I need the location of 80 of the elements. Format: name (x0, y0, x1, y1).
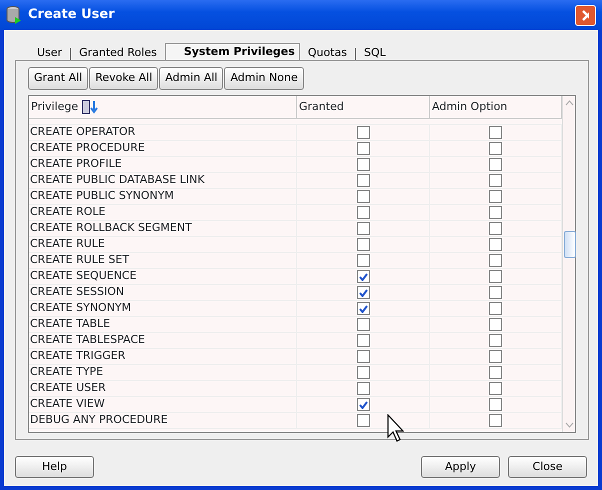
privilege-name: CREATE SEQUENCE (30, 268, 137, 284)
close-icon (582, 10, 589, 20)
checkbox[interactable] (489, 302, 502, 315)
tab[interactable]: Quotas (300, 46, 355, 60)
privilege-name: CREATE ROLLBACK SEGMENT (30, 220, 192, 236)
window-title: Create User (28, 6, 115, 24)
scrollbar[interactable] (562, 96, 575, 432)
footer-button[interactable]: Apply (421, 456, 500, 478)
privilege-name: CREATE SYNONYM (30, 300, 132, 316)
tab[interactable]: System Privileges (164, 43, 300, 60)
sort-icon[interactable] (82, 100, 100, 114)
checkbox[interactable] (489, 350, 502, 363)
tab[interactable]: Granted Roles (71, 46, 165, 60)
checkbox[interactable] (356, 206, 370, 219)
checkbox[interactable] (356, 174, 370, 187)
privilege-name: CREATE TYPE (30, 364, 104, 380)
checkbox[interactable] (356, 302, 370, 315)
privilege-name: CREATE OPERATOR (30, 124, 136, 140)
checkbox[interactable] (356, 350, 370, 363)
checkbox[interactable] (356, 126, 370, 139)
column-header[interactable]: Privilege (31, 98, 78, 116)
checkbox[interactable] (356, 142, 370, 155)
privilege-name: CREATE TRIGGER (30, 348, 126, 364)
privilege-name: CREATE RULE (30, 236, 105, 252)
privilege-name: CREATE PUBLIC SYNONYM (30, 188, 174, 204)
checkbox[interactable] (489, 334, 502, 347)
privilege-name: CREATE PUBLIC DATABASE LINK (30, 172, 205, 188)
checkbox[interactable] (356, 158, 370, 171)
scroll-down-icon[interactable] (564, 422, 574, 428)
checkbox[interactable] (356, 318, 370, 331)
privilege-name: CREATE USER (30, 380, 106, 396)
toolbar-button[interactable]: Revoke All (89, 67, 158, 90)
privilege-name: CREATE RULE SET (30, 252, 130, 268)
footer-button[interactable]: Help (15, 456, 94, 478)
checkbox[interactable] (489, 366, 502, 379)
toolbar-button[interactable]: Grant All (28, 67, 88, 90)
checkbox[interactable] (356, 254, 370, 267)
checkbox[interactable] (489, 206, 502, 219)
checkbox[interactable] (489, 158, 502, 171)
checkbox[interactable] (356, 398, 370, 411)
checkbox[interactable] (356, 414, 370, 427)
privilege-name: CREATE PROCEDURE (30, 140, 145, 156)
scroll-thumb[interactable] (564, 231, 576, 258)
toolbar-button[interactable]: Admin None (224, 67, 304, 90)
toolbar-button[interactable]: Admin All (159, 67, 224, 90)
checkbox[interactable] (489, 126, 502, 139)
privilege-name: CREATE TABLE (30, 316, 110, 332)
checkbox[interactable] (489, 238, 502, 251)
checkbox[interactable] (489, 414, 502, 427)
checkbox[interactable] (356, 270, 370, 283)
column-header[interactable]: Granted (297, 96, 430, 118)
privilege-name: DEBUG ANY PROCEDURE (30, 412, 168, 428)
privilege-name: CREATE TABLESPACE (30, 332, 146, 348)
checkbox[interactable] (356, 190, 370, 203)
checkbox[interactable] (489, 270, 502, 283)
privilege-name: CREATE PROFILE (30, 156, 122, 172)
checkbox[interactable] (356, 286, 370, 299)
checkbox[interactable] (489, 142, 502, 155)
privilege-name: CREATE VIEW (30, 396, 105, 412)
scroll-up-icon[interactable] (564, 100, 574, 106)
checkbox[interactable] (489, 222, 502, 235)
checkbox[interactable] (356, 366, 370, 379)
checkbox[interactable] (356, 222, 370, 235)
tab[interactable]: SQL (356, 46, 394, 60)
close-button[interactable] (575, 4, 596, 26)
database-icon (6, 6, 22, 24)
footer-button[interactable]: Close (508, 456, 587, 478)
checkbox[interactable] (356, 382, 370, 395)
checkbox[interactable] (489, 398, 502, 411)
checkbox[interactable] (489, 190, 502, 203)
checkbox[interactable] (489, 318, 502, 331)
privilege-name: CREATE SESSION (30, 284, 124, 300)
tab[interactable]: User (29, 46, 70, 60)
privilege-name: CREATE ROLE (30, 204, 106, 220)
checkbox[interactable] (356, 238, 370, 251)
checkbox[interactable] (489, 174, 502, 187)
checkbox[interactable] (489, 382, 502, 395)
checkbox[interactable] (489, 286, 502, 299)
checkbox[interactable] (489, 254, 502, 267)
checkbox[interactable] (356, 334, 370, 347)
